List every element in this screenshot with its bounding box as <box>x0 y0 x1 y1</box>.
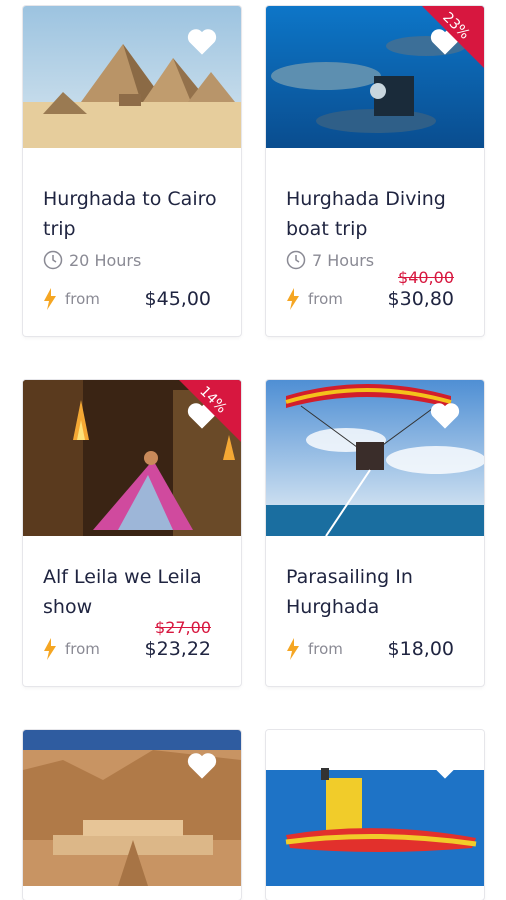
tour-duration: 20 Hours <box>43 250 141 270</box>
heart-icon[interactable] <box>185 26 219 56</box>
discount-ribbon: 14% <box>179 380 241 442</box>
tour-card-submarine[interactable] <box>266 730 484 900</box>
tour-image-temple <box>23 730 241 886</box>
old-price: $40,00 <box>398 268 454 287</box>
heart-icon[interactable] <box>428 400 462 430</box>
tour-card-temple[interactable] <box>23 730 241 900</box>
tour-price: $30,80 <box>387 288 454 310</box>
duration-label: 20 Hours <box>69 250 142 270</box>
bolt-icon <box>287 638 299 660</box>
tour-image-pyramids <box>23 6 241 148</box>
tour-card-diving[interactable]: 23% Hurghada Diving boat trip 7 Hours $4… <box>266 6 484 336</box>
tour-title[interactable]: Hurghada Diving boat trip <box>286 184 476 244</box>
tour-title[interactable]: Parasailing In Hurghada <box>286 562 476 622</box>
tour-price: $23,22 <box>144 638 211 660</box>
from-label: from <box>286 288 343 310</box>
discount-ribbon: 23% <box>422 6 484 68</box>
from-label: from <box>43 638 100 660</box>
from-label: from <box>286 638 343 660</box>
duration-label: 7 Hours <box>312 250 375 270</box>
tour-image-show: 14% <box>23 380 241 536</box>
from-label: from <box>43 288 100 310</box>
bolt-icon <box>44 638 56 660</box>
heart-icon[interactable] <box>185 750 219 780</box>
tour-price: $18,00 <box>387 638 454 660</box>
tour-card-parasailing[interactable]: Parasailing In Hurghada from $18,00 <box>266 380 484 686</box>
clock-icon <box>286 250 306 270</box>
tour-title[interactable]: Hurghada to Cairo trip <box>43 184 233 244</box>
tour-title[interactable]: Alf Leila we Leila show <box>43 562 233 622</box>
tour-image-parasailing <box>266 380 484 536</box>
bolt-icon <box>287 288 299 310</box>
tour-card-alf-leila[interactable]: 14% Alf Leila we Leila show $27,00 from … <box>23 380 241 686</box>
tour-image-submarine <box>266 730 484 886</box>
old-price: $27,00 <box>155 618 211 637</box>
tour-card-cairo[interactable]: Hurghada to Cairo trip 20 Hours from $45… <box>23 6 241 336</box>
tour-price: $45,00 <box>144 288 211 310</box>
heart-icon[interactable] <box>428 750 462 780</box>
clock-icon <box>43 250 63 270</box>
tour-duration: 7 Hours <box>286 250 374 270</box>
tour-image-diving: 23% <box>266 6 484 148</box>
bolt-icon <box>44 288 56 310</box>
